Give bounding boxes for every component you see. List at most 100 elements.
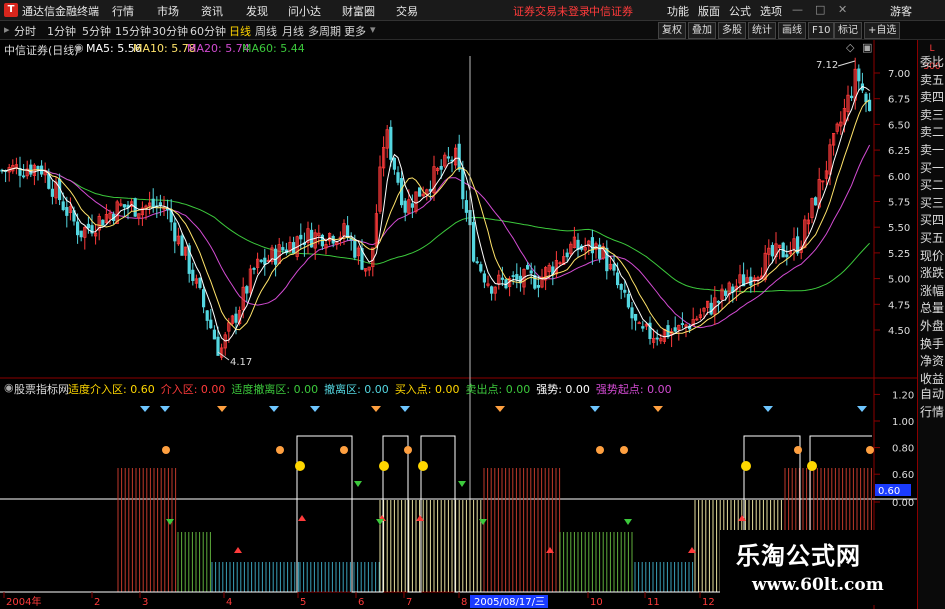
candle-body	[626, 293, 631, 308]
menu-gongneng[interactable]: 功能	[667, 3, 689, 19]
f10-button[interactable]: F10	[808, 22, 835, 39]
chart-expand-icon[interactable]: ▣	[862, 41, 872, 54]
side-item-7[interactable]: 买二	[920, 176, 944, 194]
candle-body	[630, 307, 634, 319]
chart-diamond-icon[interactable]: ◇	[846, 41, 854, 54]
candle-body	[191, 269, 195, 281]
candle-body	[489, 286, 494, 294]
menu-gongshi[interactable]: 公式	[729, 3, 751, 19]
huaxian-button[interactable]: 画线	[778, 22, 806, 39]
side-item-6[interactable]: 买一	[920, 159, 944, 177]
thumb-icon	[866, 446, 874, 454]
menu-banmian[interactable]: 版面	[698, 3, 720, 19]
high-value-label: 7.12	[816, 60, 838, 71]
duogu-button[interactable]: 多股	[718, 22, 746, 39]
login-status[interactable]: 证券交易未登录	[513, 3, 590, 19]
side-item-8[interactable]: 买三	[920, 194, 944, 212]
smiley-icon	[418, 461, 428, 471]
side-item-16[interactable]: 换手	[920, 335, 944, 353]
toolbar-menu-icon[interactable]: ▸	[4, 23, 10, 36]
period-daily[interactable]: 日线	[229, 23, 251, 39]
side-item-14[interactable]: 总量	[920, 299, 944, 317]
period-60min[interactable]: 60分钟	[190, 23, 226, 39]
candle-body	[234, 313, 238, 323]
diamond-icon	[160, 406, 170, 412]
candle-body	[461, 167, 465, 200]
candle-body	[65, 207, 69, 216]
diejia-button[interactable]: 叠加	[688, 22, 716, 39]
side-item-1[interactable]: 卖五	[920, 71, 944, 89]
candle-body	[641, 326, 645, 329]
indicator-label-3: 撤离区: 0.00	[324, 383, 389, 396]
menu-shichang[interactable]: 市场	[157, 3, 179, 19]
candle-body	[864, 93, 868, 103]
candle-body	[598, 244, 602, 259]
menu-jiaoyi[interactable]: 交易	[396, 3, 418, 19]
menu-caifuquan[interactable]: 财富圈	[342, 3, 375, 19]
period-more[interactable]: 更多	[344, 23, 366, 39]
side-item-3[interactable]: 卖三	[920, 106, 944, 124]
orange-diamond-icon	[653, 406, 663, 412]
down-arrow-icon	[479, 519, 487, 525]
indicator-settings-icon[interactable]: ◉	[4, 381, 14, 394]
fuquan-button[interactable]: 复权	[658, 22, 686, 39]
menu-zixun[interactable]: 资讯	[201, 3, 223, 19]
ma60-path	[1, 167, 870, 293]
y-tick-label: 5.75	[888, 198, 910, 209]
candle-body	[616, 272, 620, 286]
period-15min[interactable]: 15分钟	[115, 23, 151, 39]
low-value-label: 4.17	[230, 357, 252, 368]
side-item-13[interactable]: 涨幅	[920, 282, 944, 300]
tongji-button[interactable]: 统计	[748, 22, 776, 39]
chart-area[interactable]: 7.00 6.75 6.50 6.25 6.00 5.75 5.50 5.25 5.00 4.75…	[0, 40, 917, 609]
side-item-15[interactable]: 外盘	[920, 317, 944, 335]
menu-xuanxiang[interactable]: 选项	[760, 3, 782, 19]
add-watchlist-button[interactable]: +自选	[864, 22, 901, 39]
side-item-5[interactable]: 卖一	[920, 141, 944, 159]
menu-hangqing[interactable]: 行情	[112, 3, 134, 19]
period-fenshi[interactable]: 分时	[14, 23, 36, 39]
side-item-17[interactable]: 净资	[920, 352, 944, 370]
candle-body	[850, 95, 854, 99]
period-1min[interactable]: 1分钟	[47, 23, 76, 39]
indicator-name: 股票指标网	[14, 383, 69, 396]
high-pointer	[837, 60, 856, 67]
more-chevron-icon[interactable]: ▾	[370, 23, 376, 36]
y-tick-label: 4.50	[888, 326, 910, 337]
period-multi[interactable]: 多周期	[308, 23, 341, 39]
period-monthly[interactable]: 月线	[282, 23, 304, 39]
cursor-date-label: 2005/08/17/三	[474, 597, 545, 608]
indicator-label-2: 适度撤离区: 0.00	[231, 383, 319, 396]
close-icon[interactable]: ✕	[838, 3, 847, 16]
x-axis-label: 10	[590, 597, 603, 608]
period-weekly[interactable]: 周线	[255, 23, 277, 39]
minimize-icon[interactable]: —	[792, 3, 803, 16]
menu-faxian[interactable]: 发现	[246, 3, 268, 19]
ma5-path	[1, 86, 870, 342]
biaoji-button[interactable]: 标记	[834, 22, 862, 39]
indicator-label-5: 卖出点: 0.00	[465, 383, 531, 396]
candle-body	[47, 173, 51, 189]
candle-body	[245, 286, 249, 294]
diamond-icon	[269, 406, 279, 412]
period-5min[interactable]: 5分钟	[82, 23, 111, 39]
side-item-2[interactable]: 卖四	[920, 88, 944, 106]
ind-tick-label: 1.20	[892, 390, 914, 401]
side-hangqing[interactable]: 行情	[920, 403, 944, 421]
diamond-icon	[857, 406, 867, 412]
menu-wenxiaoda[interactable]: 问小达	[288, 3, 321, 19]
guest-label[interactable]: 游客	[890, 3, 912, 19]
side-auto[interactable]: 自动	[920, 385, 944, 403]
side-item-9[interactable]: 买四	[920, 211, 944, 229]
chart-settings-icon[interactable]: ◉	[74, 41, 84, 54]
indicator-value-labels: 适度介入区: 0.60 介入区: 0.00 适度撤离区: 0.00 撤离区: 0.00…	[68, 381, 678, 397]
thumb-icon	[596, 446, 604, 454]
broker-name[interactable]: 中信证券	[589, 3, 633, 19]
side-item-0[interactable]: 委比	[920, 53, 944, 71]
side-item-11[interactable]: 现价	[920, 247, 944, 265]
side-item-10[interactable]: 买五	[920, 229, 944, 247]
side-item-12[interactable]: 涨跌	[920, 264, 944, 282]
period-30min[interactable]: 30分钟	[152, 23, 188, 39]
maximize-icon[interactable]: □	[815, 3, 825, 16]
side-item-4[interactable]: 卖二	[920, 123, 944, 141]
